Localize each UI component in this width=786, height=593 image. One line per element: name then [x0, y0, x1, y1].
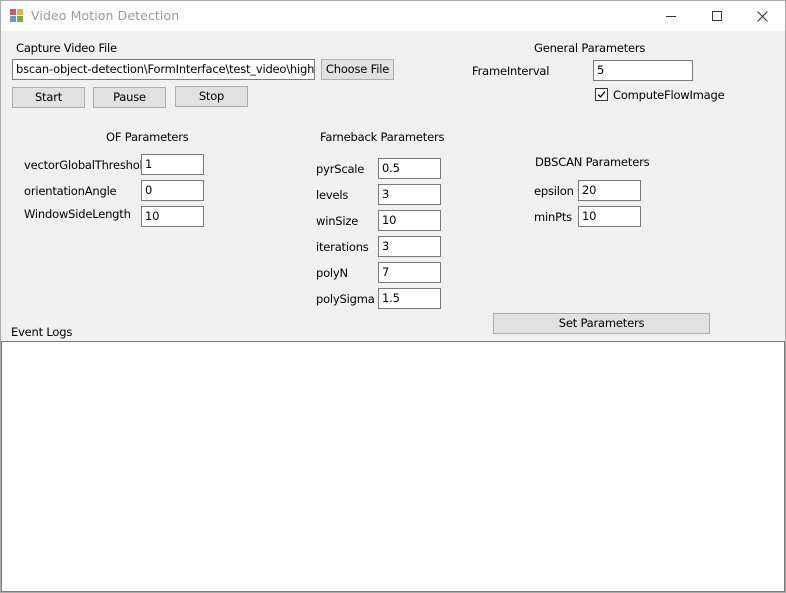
poly-n-input[interactable]: 7 — [378, 262, 441, 283]
start-button[interactable]: Start — [12, 87, 85, 108]
app-icon — [10, 9, 24, 23]
pyr-scale-label: pyrScale — [316, 162, 365, 176]
poly-sigma-label: polySigma — [316, 292, 375, 306]
frame-interval-input[interactable]: 5 — [593, 60, 693, 81]
close-button[interactable] — [739, 1, 785, 31]
set-parameters-button[interactable]: Set Parameters — [493, 313, 710, 334]
checkmark-icon — [597, 91, 606, 98]
pause-button[interactable]: Pause — [93, 87, 166, 108]
of-params-heading: OF Parameters — [106, 130, 189, 144]
epsilon-label: epsilon — [534, 184, 574, 198]
compute-flow-label: ComputeFlowImage — [613, 88, 725, 102]
dbscan-heading: DBSCAN Parameters — [535, 155, 650, 169]
win-size-input[interactable]: 10 — [378, 210, 441, 231]
file-path-field[interactable]: bscan-object-detection\FormInterface\tes… — [12, 59, 315, 80]
levels-input[interactable]: 3 — [378, 184, 441, 205]
iterations-input[interactable]: 3 — [378, 236, 441, 257]
farneback-heading: Farneback Parameters — [320, 130, 445, 144]
minimize-button[interactable] — [648, 1, 694, 31]
event-logs-textbox[interactable] — [1, 341, 785, 592]
close-icon — [756, 10, 768, 22]
minimize-icon — [666, 16, 676, 17]
epsilon-input[interactable]: 20 — [578, 180, 641, 201]
window-side-length-input[interactable]: 10 — [141, 206, 204, 227]
maximize-icon — [712, 11, 722, 21]
frame-interval-label: FrameInterval — [472, 64, 550, 78]
event-logs-label: Event Logs — [11, 325, 73, 339]
poly-sigma-input[interactable]: 1.5 — [378, 288, 441, 309]
stop-button[interactable]: Stop — [175, 86, 248, 107]
vector-threshold-label: vectorGlobalThreshold — [24, 158, 150, 172]
maximize-button[interactable] — [694, 1, 740, 31]
poly-n-label: polyN — [316, 266, 348, 280]
levels-label: levels — [316, 188, 349, 202]
orientation-angle-label: orientationAngle — [24, 184, 117, 198]
title-bar: Video Motion Detection — [1, 1, 785, 31]
compute-flow-checkbox[interactable] — [595, 88, 608, 101]
window-side-length-label: WindowSideLength — [24, 207, 131, 221]
min-pts-label: minPts — [534, 210, 572, 224]
win-size-label: winSize — [316, 214, 359, 228]
main-window: Video Motion Detection Capture Video Fil… — [0, 0, 786, 593]
iterations-label: iterations — [316, 240, 369, 254]
vector-threshold-input[interactable]: 1 — [141, 154, 204, 175]
window-title: Video Motion Detection — [31, 8, 180, 23]
min-pts-input[interactable]: 10 — [578, 206, 641, 227]
choose-file-button[interactable]: Choose File — [321, 59, 394, 80]
capture-heading: Capture Video File — [16, 41, 117, 55]
orientation-angle-input[interactable]: 0 — [141, 180, 204, 201]
pyr-scale-input[interactable]: 0.5 — [378, 158, 441, 179]
general-heading: General Parameters — [534, 41, 646, 55]
